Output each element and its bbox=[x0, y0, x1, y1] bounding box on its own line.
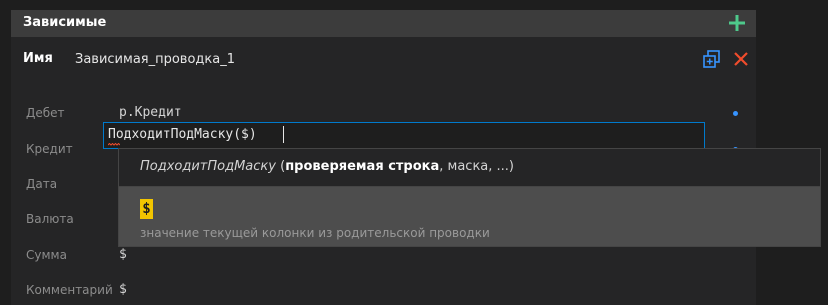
field-label-debit: Дебет bbox=[26, 106, 65, 120]
close-icon[interactable] bbox=[732, 50, 750, 68]
signature-open-paren: ( bbox=[275, 159, 286, 174]
panel-title: Зависимые bbox=[23, 15, 107, 30]
field-value-comment[interactable]: $ bbox=[119, 282, 127, 297]
signature-hint: ПодходитПодМаску (проверяемая строка, ма… bbox=[140, 159, 514, 174]
suggestion-item[interactable]: $ значение текущей колонки из родительск… bbox=[119, 187, 820, 246]
plus-icon[interactable] bbox=[727, 13, 747, 33]
signature-function-name: ПодходитПодМаску bbox=[140, 159, 276, 174]
field-label-date: Дата bbox=[26, 177, 58, 191]
field-label-comment: Комментарий bbox=[26, 283, 113, 297]
name-label: Имя bbox=[23, 51, 53, 66]
credit-input[interactable]: ПодходитПодМаску($) bbox=[103, 122, 705, 149]
field-value-amount[interactable]: $ bbox=[119, 247, 127, 262]
signature-active-param: проверяемая строка bbox=[285, 159, 440, 174]
duplicate-icon[interactable] bbox=[702, 49, 722, 69]
entry-name[interactable]: Зависимая_проводка_1 bbox=[75, 52, 235, 67]
signature-rest-params: , маска, ...) bbox=[439, 159, 515, 174]
autocomplete-popup: ПодходитПодМаску (проверяемая строка, ма… bbox=[118, 148, 821, 247]
field-value-debit[interactable]: р.Кредит bbox=[119, 105, 182, 120]
text-cursor bbox=[283, 126, 284, 143]
error-squiggle bbox=[108, 143, 120, 146]
field-label-amount: Сумма bbox=[26, 248, 67, 262]
credit-input-text: ПодходитПодМаску($) bbox=[108, 127, 257, 142]
field-label-currency: Валюта bbox=[26, 212, 74, 226]
suggestion-description: значение текущей колонки из родительской… bbox=[140, 226, 490, 240]
field-indicator-dot bbox=[733, 111, 738, 116]
panel-header: Зависимые bbox=[11, 10, 756, 37]
suggestion-symbol: $ bbox=[140, 199, 153, 219]
field-label-credit: Кредит bbox=[26, 142, 73, 156]
